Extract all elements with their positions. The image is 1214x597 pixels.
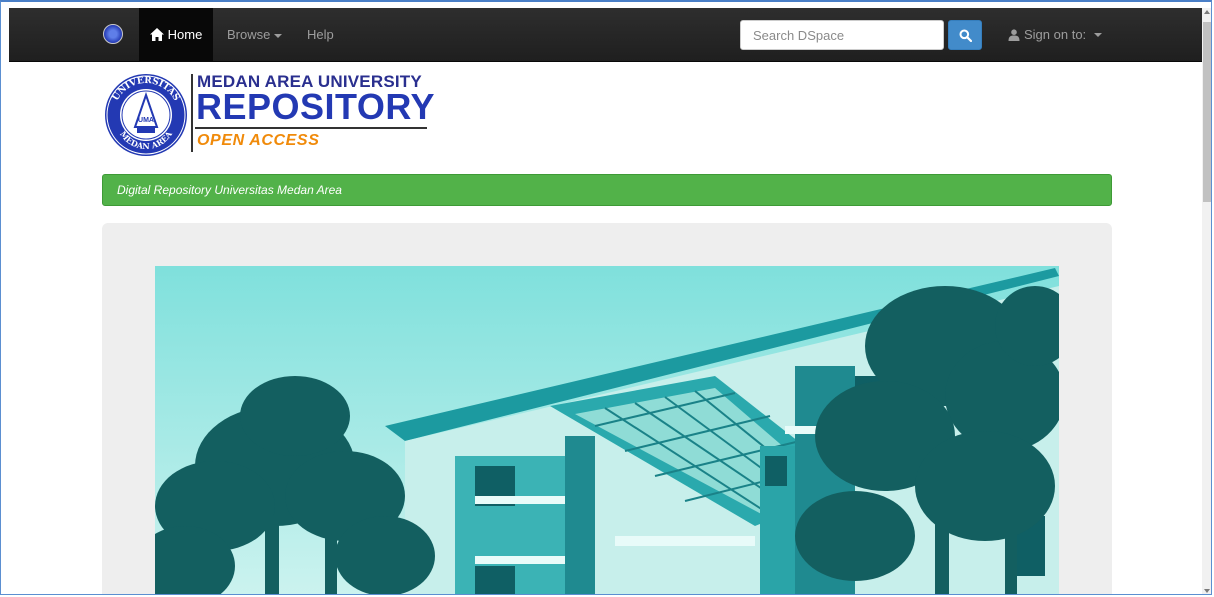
search-icon <box>959 29 972 42</box>
university-seal-icon[interactable] <box>103 24 123 44</box>
search-button[interactable] <box>948 20 982 50</box>
nav-browse-label: Browse <box>227 27 271 42</box>
nav-browse-dropdown[interactable]: Browse <box>227 8 283 61</box>
repository-title: REPOSITORY <box>196 86 436 127</box>
sign-on-dropdown[interactable]: Sign on to: <box>1008 8 1103 61</box>
search-input[interactable] <box>740 20 944 50</box>
brand-underline <box>195 127 427 129</box>
campus-building-illustration <box>155 266 1059 594</box>
brand-divider <box>191 74 193 152</box>
repository-banner: Digital Repository Universitas Medan Are… <box>102 174 1112 206</box>
user-icon <box>1008 28 1020 41</box>
scroll-down-arrow-icon[interactable] <box>1204 589 1210 593</box>
home-icon <box>149 28 164 41</box>
seal-center-text: UMA <box>138 117 154 124</box>
browser-viewport: Home Browse Help Sign on to: UNIVERSITAS <box>0 0 1212 595</box>
scrollbar-thumb[interactable] <box>1203 22 1211 202</box>
vertical-scrollbar[interactable] <box>1202 8 1211 594</box>
university-seal-logo[interactable]: UNIVERSITAS MEDAN AREA UMA <box>102 73 190 157</box>
nav-home-link[interactable]: Home <box>139 8 213 61</box>
sign-on-label: Sign on to: <box>1024 27 1087 42</box>
open-access-tagline: OPEN ACCESS <box>197 132 320 149</box>
scroll-up-arrow-icon[interactable] <box>1204 10 1210 14</box>
banner-text: Digital Repository Universitas Medan Are… <box>117 183 342 197</box>
nav-help-label: Help <box>307 27 334 42</box>
top-navbar: Home Browse Help Sign on to: <box>9 8 1202 62</box>
chevron-down-icon <box>1094 32 1103 37</box>
nav-home-label: Home <box>167 27 203 42</box>
nav-help-link[interactable]: Help <box>307 8 334 61</box>
chevron-down-icon <box>274 33 283 38</box>
